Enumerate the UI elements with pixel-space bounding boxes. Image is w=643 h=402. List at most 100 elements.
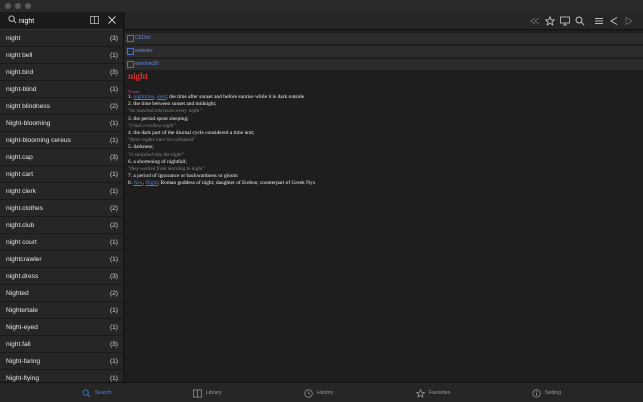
word-label: Night-flying bbox=[6, 374, 39, 382]
word-count: (1) bbox=[109, 255, 118, 263]
word-list-item[interactable]: night.dress (3) bbox=[0, 268, 123, 285]
sense-example: "I had a restless night" bbox=[128, 122, 176, 129]
word-list-item[interactable]: Night-flying (1) bbox=[0, 370, 123, 382]
back-double-icon[interactable] bbox=[530, 16, 540, 26]
word-list-item[interactable]: night.cap (3) bbox=[0, 149, 123, 166]
tab-label: History bbox=[317, 390, 334, 396]
sense-number: 5. bbox=[128, 144, 133, 151]
sense-definition: 1. nighttime, dark; the time after sunse… bbox=[128, 94, 305, 100]
word-label: night bell bbox=[6, 51, 33, 59]
window-titlebar bbox=[0, 0, 643, 12]
next-icon[interactable] bbox=[624, 16, 634, 26]
search-icon bbox=[8, 15, 17, 24]
search-icon bbox=[82, 388, 91, 397]
word-label: Nighted bbox=[6, 289, 29, 297]
word-list-item[interactable]: night-blooming cereus (1) bbox=[0, 132, 123, 149]
book-icon bbox=[193, 389, 202, 397]
tab-favorites[interactable]: Favorites bbox=[416, 383, 450, 402]
monitor-icon[interactable] bbox=[560, 16, 570, 26]
word-count: (3) bbox=[109, 340, 118, 348]
dictionary-row-wordnet30[interactable]: wordnet30 bbox=[125, 59, 643, 71]
word-count: (2) bbox=[109, 221, 118, 229]
word-list-item[interactable]: Nighted (2) bbox=[0, 285, 123, 302]
close-window-button[interactable] bbox=[5, 3, 11, 9]
sense-number: 6. bbox=[128, 158, 133, 165]
word-label: nightcrawler bbox=[6, 255, 42, 263]
star-icon[interactable] bbox=[545, 16, 555, 26]
sense-example: "three nights later he collapsed" bbox=[128, 137, 196, 144]
word-list-item[interactable]: Night-faring (1) bbox=[0, 353, 123, 370]
sidebar: night (3) night bell (1) night.bird (3) night-… bbox=[0, 12, 124, 382]
word-count: (1) bbox=[109, 51, 118, 59]
close-icon[interactable] bbox=[108, 16, 116, 24]
sense-example: "he watched television every night" bbox=[128, 108, 202, 115]
sense-number: 7. bbox=[128, 173, 133, 180]
word-list-item[interactable]: night (3) bbox=[0, 30, 123, 47]
minimize-window-button[interactable] bbox=[15, 3, 21, 9]
word-label: night court bbox=[6, 238, 37, 246]
word-count: (3) bbox=[109, 34, 118, 42]
sense-definition: 5. darkness; bbox=[128, 144, 628, 151]
word-count: (2) bbox=[109, 102, 118, 110]
synonym-link[interactable]: dark bbox=[157, 94, 167, 100]
word-list-item[interactable]: night cart (1) bbox=[0, 166, 123, 183]
word-count: (1) bbox=[109, 374, 118, 382]
sense-number: 3. bbox=[128, 115, 133, 122]
list-icon[interactable] bbox=[594, 16, 604, 26]
sense-text: darkness; bbox=[133, 144, 154, 151]
word-list-item[interactable]: night.fall (3) bbox=[0, 336, 123, 353]
word-list-item[interactable]: night-blind (1) bbox=[0, 81, 123, 98]
headword: night bbox=[128, 71, 149, 81]
dictionary-name: webster bbox=[135, 48, 153, 54]
tab-search[interactable]: Search bbox=[82, 383, 111, 402]
word-count: (1) bbox=[109, 306, 118, 314]
word-list-item[interactable]: night bell (1) bbox=[0, 47, 123, 64]
word-list-item[interactable]: night court (1) bbox=[0, 234, 123, 251]
word-label: Nightertale bbox=[6, 306, 38, 314]
word-label: Night-eyed bbox=[6, 323, 38, 331]
word-label: Night-faring bbox=[6, 357, 41, 365]
word-label: night.fall bbox=[6, 340, 31, 348]
sense-text: the period spent sleeping; bbox=[133, 115, 189, 122]
synonym-link[interactable]: nighttime bbox=[133, 94, 154, 100]
tab-label: Favorites bbox=[429, 390, 451, 396]
word-list-item[interactable]: night.club (2) bbox=[0, 217, 123, 234]
sense-text: a period of ignorance or backwardness or… bbox=[133, 173, 238, 180]
search-icon[interactable] bbox=[575, 16, 585, 26]
sense-text: ; Roman goddess of night; daughter of Er… bbox=[157, 180, 316, 187]
tab-library[interactable]: Library bbox=[193, 383, 222, 402]
word-list-item[interactable]: Night-eyed (1) bbox=[0, 319, 123, 336]
dictionary-row-webster[interactable]: webster bbox=[125, 46, 643, 58]
dictionary-row-cedict[interactable]: CEDict bbox=[125, 33, 643, 45]
word-list-item[interactable]: night clerk (1) bbox=[0, 183, 123, 200]
tab-setting[interactable]: Setting bbox=[532, 383, 561, 402]
word-list-item[interactable]: night.bird (3) bbox=[0, 64, 123, 81]
word-list-item[interactable]: night.clothes (2) bbox=[0, 200, 123, 217]
word-label: night blindness bbox=[6, 102, 50, 110]
word-list-item[interactable]: night blindness (2) bbox=[0, 98, 123, 115]
dictionary-entry: night Nouns 1. nighttime, dark; the time… bbox=[128, 71, 628, 188]
expand-icon bbox=[127, 35, 134, 42]
zoom-window-button[interactable] bbox=[25, 3, 31, 9]
tab-history[interactable]: History bbox=[304, 383, 333, 402]
toolbar bbox=[125, 12, 643, 30]
word-count: (2) bbox=[109, 289, 118, 297]
word-label: night cart bbox=[6, 170, 34, 178]
search-input[interactable] bbox=[19, 14, 81, 28]
word-count: (2) bbox=[109, 204, 118, 212]
expand-icon bbox=[127, 48, 134, 55]
previous-icon[interactable] bbox=[609, 16, 619, 26]
book-icon[interactable] bbox=[90, 16, 99, 24]
word-list-item[interactable]: Night-blooming (1) bbox=[0, 115, 123, 132]
main-pane: CEDict webster wordnet30 night Nouns 1. … bbox=[125, 12, 643, 382]
sense-number: 2. bbox=[128, 101, 133, 108]
synonym-link[interactable]: Night bbox=[145, 180, 157, 186]
word-count: (3) bbox=[109, 153, 118, 161]
sense-text: the time between sunset and midnight; bbox=[133, 101, 217, 108]
word-label: night.bird bbox=[6, 68, 34, 76]
word-list-item[interactable]: Nightertale (1) bbox=[0, 302, 123, 319]
synonym-link[interactable]: Nox bbox=[133, 180, 142, 186]
word-label: night.cap bbox=[6, 153, 33, 161]
word-label: night-blind bbox=[6, 85, 37, 93]
word-list-item[interactable]: nightcrawler (1) bbox=[0, 251, 123, 268]
